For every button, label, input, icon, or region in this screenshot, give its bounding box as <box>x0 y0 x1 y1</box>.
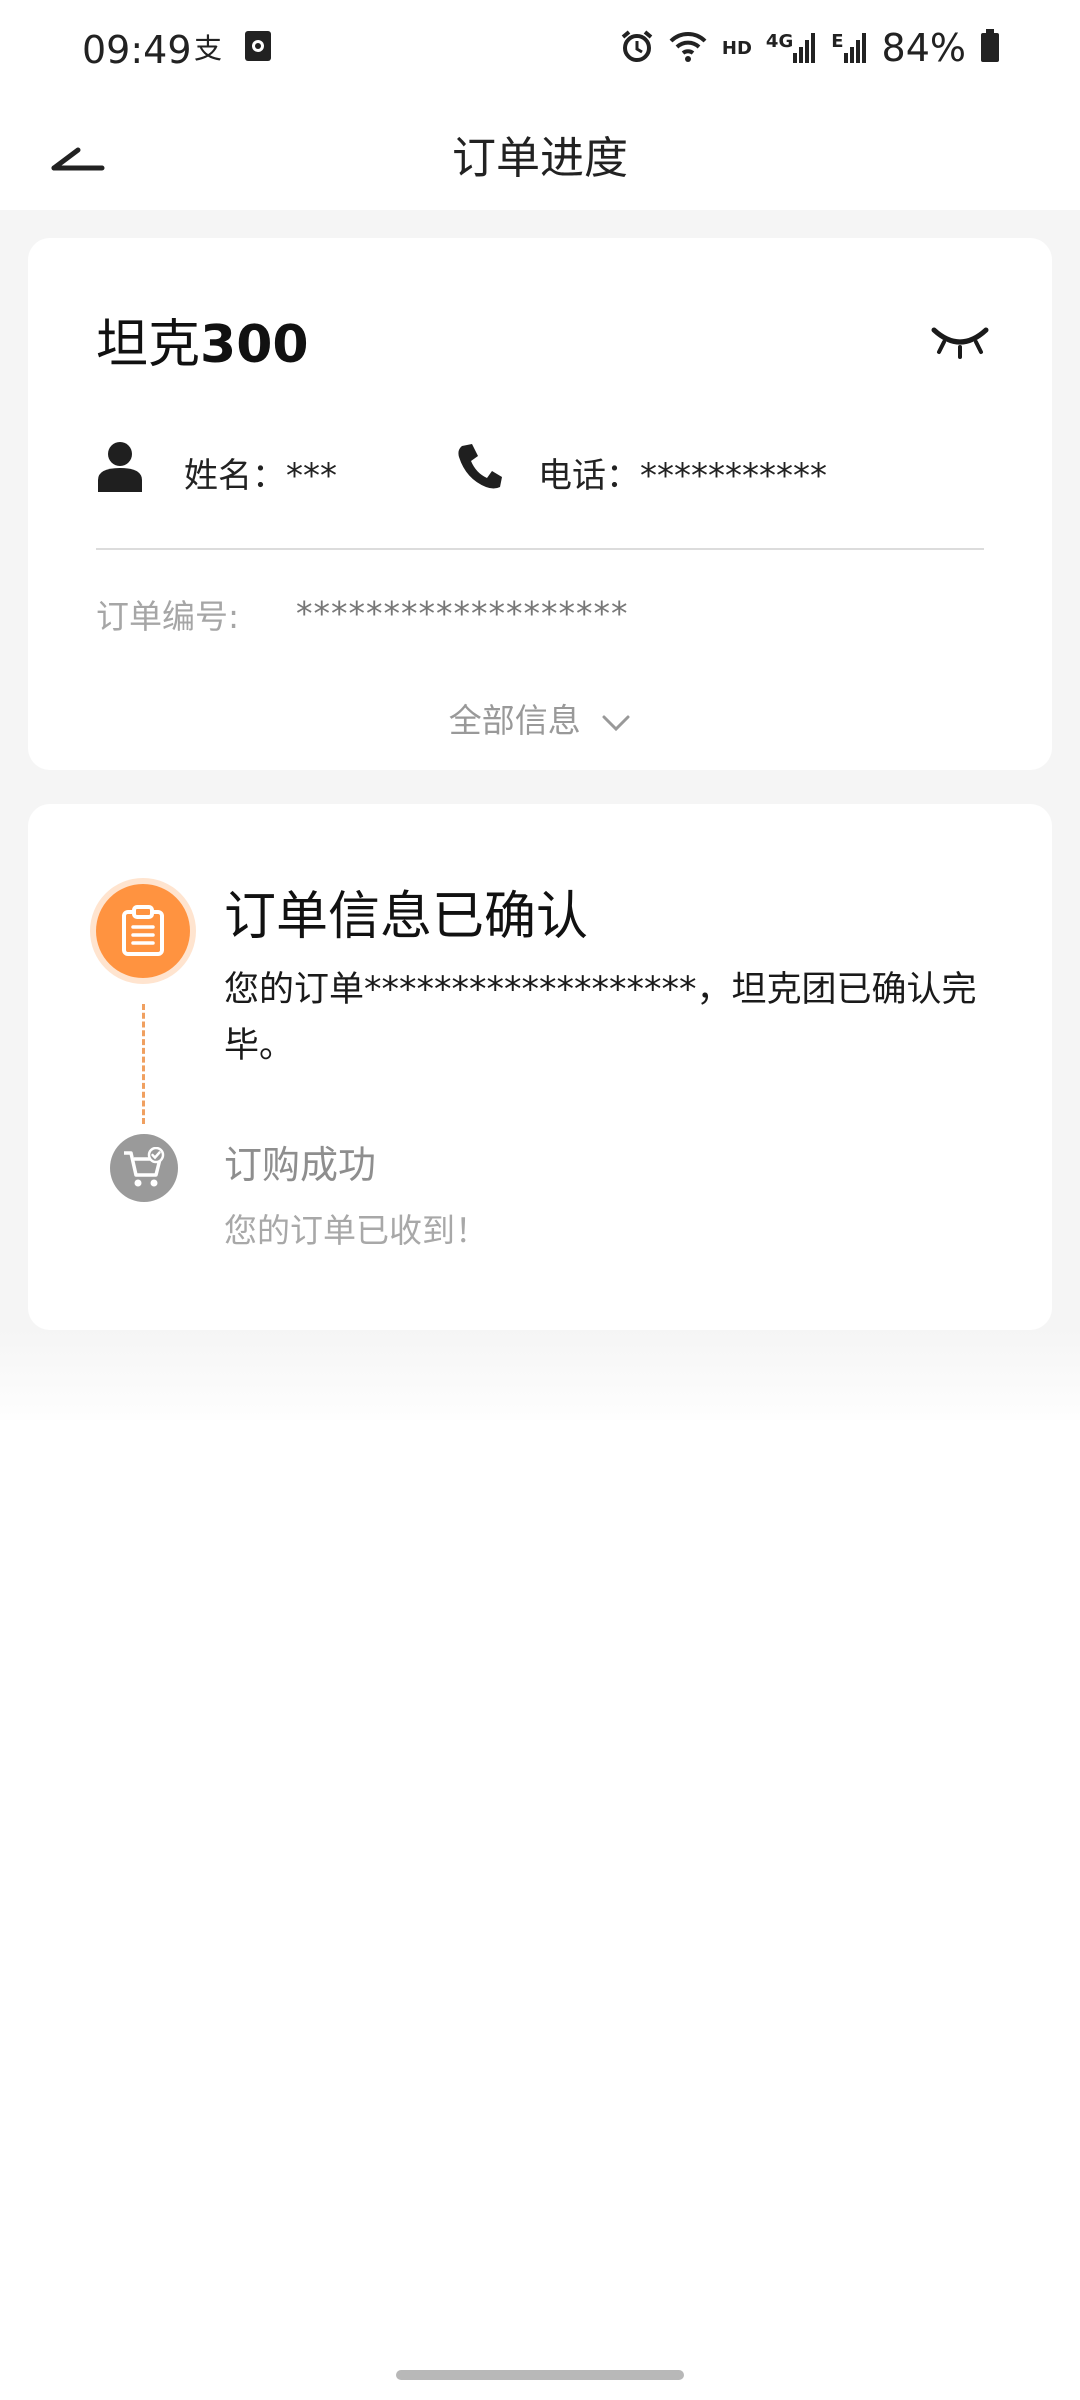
eye-closed-icon <box>931 327 989 359</box>
hd-icon: HD <box>721 37 752 59</box>
vehicle-model-number: 300 <box>200 315 309 375</box>
signal-e-label: E <box>831 31 844 52</box>
vehicle-model-prefix: 坦克 <box>96 315 201 375</box>
header: 订单进度 <box>0 100 1080 210</box>
step-title-confirmed: 订单信息已确认 <box>224 887 589 947</box>
signal-4g-icon: 4G <box>766 31 817 65</box>
customer-name: 姓名：*** <box>184 456 337 496</box>
person-icon <box>98 442 142 492</box>
order-number-label: 订单编号: <box>96 597 240 636</box>
lower-background <box>0 1420 1080 2400</box>
battery-icon <box>980 29 1000 67</box>
screen: 09:49 支 HD 4G E 84% 订单进度 坦克300 姓名：*** 电话… <box>0 0 1080 2400</box>
app-notification-icon <box>244 30 272 71</box>
card-divider <box>96 548 984 550</box>
order-info-card: 坦克300 姓名：*** 电话：*********** 订单编号: ******… <box>28 238 1052 770</box>
alarm-icon <box>620 29 654 67</box>
step-desc-ordered: 您的订单已收到！ <box>224 1211 488 1250</box>
signal-4g-label: 4G <box>765 31 794 52</box>
cart-check-icon <box>124 1147 165 1187</box>
clipboard-icon <box>122 905 164 956</box>
status-bar: 09:49 支 HD 4G E 84% <box>0 0 1080 100</box>
step-title-ordered: 订购成功 <box>224 1143 377 1187</box>
page-title: 订单进度 <box>452 133 628 184</box>
svg-text:支: 支 <box>194 32 222 64</box>
timeline-connector <box>142 1004 145 1124</box>
order-number-value: ******************* <box>296 594 629 633</box>
all-info-label: 全部信息 <box>448 701 581 740</box>
step-desc-confirmed: 您的订单*******************，坦克团已确认完毕。 <box>224 970 977 1066</box>
background-fade <box>0 1330 1080 1430</box>
status-time: 09:49 <box>82 28 192 72</box>
phone-icon <box>458 444 502 489</box>
toggle-visibility-button[interactable] <box>930 320 990 360</box>
home-indicator[interactable] <box>396 2370 684 2380</box>
vehicle-model-title: 坦克300 <box>96 302 309 377</box>
step-inactive-marker <box>110 1134 178 1202</box>
status-right-group: HD 4G E 84% <box>620 26 1000 70</box>
customer-phone: 电话：*********** <box>538 456 827 496</box>
alipay-icon: 支 <box>192 30 226 73</box>
contact-row: 姓名：*** 电话：*********** <box>96 438 984 498</box>
wifi-icon <box>668 29 708 67</box>
battery-percent: 84% <box>881 26 966 70</box>
step-active-marker <box>96 884 190 978</box>
chevron-down-icon <box>602 715 630 731</box>
all-info-toggle[interactable]: 全部信息 <box>28 694 1052 742</box>
order-progress-card: 订单信息已确认 您的订单*******************，坦克团已确认完毕… <box>28 804 1052 1330</box>
signal-e-icon: E <box>831 31 867 65</box>
